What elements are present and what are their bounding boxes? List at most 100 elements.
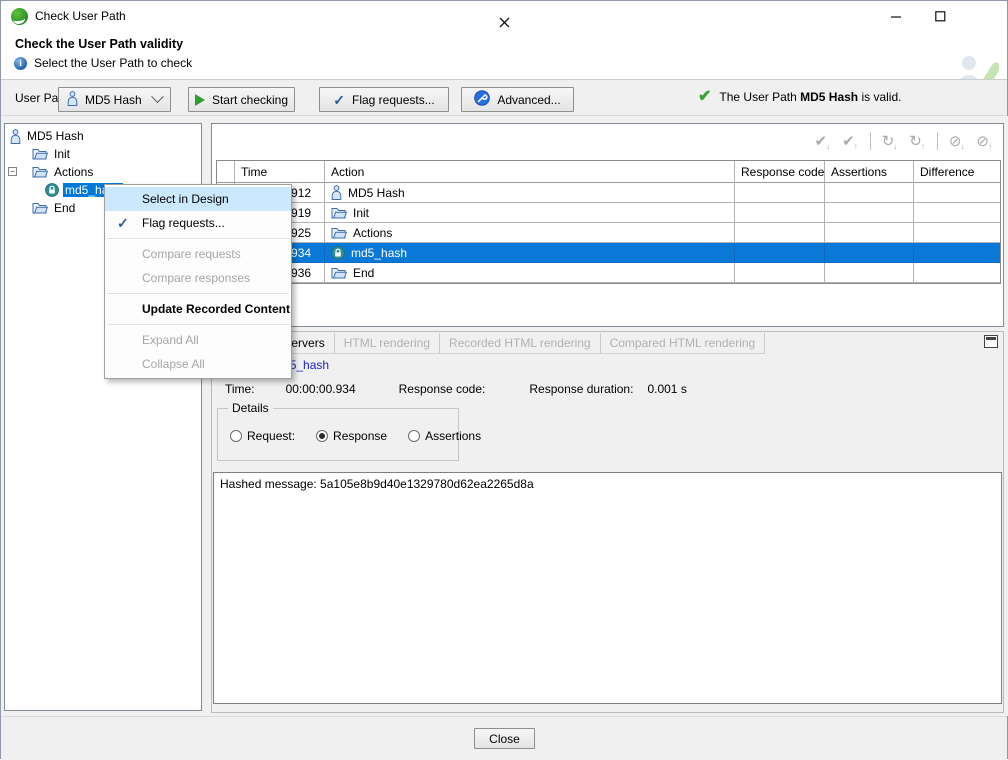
action-cell-label: MD5 Hash <box>348 186 405 200</box>
folder-icon <box>32 148 48 160</box>
column-header-assertions[interactable]: Assertions <box>825 161 914 183</box>
folder-icon <box>331 227 347 239</box>
check-icon: ✓ <box>333 93 345 107</box>
status-text: The User Path MD5 Hash is valid. <box>719 90 901 104</box>
validity-status: ✔ The User Path MD5 Hash is valid. <box>698 89 901 105</box>
radio-assertions[interactable]: Assertions <box>408 429 481 443</box>
menu-item-expand-all: Expand All <box>105 328 291 352</box>
menu-item-select-in-design[interactable]: Select in Design <box>105 187 291 211</box>
table-row[interactable]: 00:00:00.919Init <box>217 203 1000 223</box>
tree-item-label: Init <box>52 147 72 161</box>
difference-previous-icon: ⊘↑ <box>976 134 993 149</box>
maximize-panel-icon[interactable] <box>984 335 998 348</box>
details-panel: DetailsServersHTML renderingRecorded HTM… <box>211 331 1004 713</box>
menu-item-collapse-all: Collapse All <box>105 352 291 376</box>
action-cell-label: md5_hash <box>351 246 407 260</box>
response-duration-label: Response duration: <box>529 382 633 396</box>
expander-minus-icon[interactable]: − <box>8 167 17 176</box>
play-icon <box>195 94 205 106</box>
separator <box>870 132 871 150</box>
action-cell-label: End <box>353 266 374 280</box>
check-previous-icon: ✔↑ <box>842 134 859 149</box>
tree-item-label: End <box>52 201 77 215</box>
valid-check-icon: ✔ <box>698 89 711 105</box>
results-table[interactable]: TimeActionResponse codeAssertionsDiffere… <box>216 160 1001 284</box>
check-user-path-dialog: Check User Path Check the User Path vali… <box>0 0 1008 759</box>
response-content-area[interactable]: Hashed message: 5a105e8b9d40e1329780d62e… <box>213 472 1002 704</box>
menu-item-flag-requests[interactable]: ✓Flag requests... <box>105 211 291 235</box>
action-cell-label: Actions <box>353 226 392 240</box>
meta-row: Time: 00:00:00.934 Response code: Respon… <box>225 382 687 396</box>
separator <box>937 132 938 150</box>
menu-item-update-recorded-content[interactable]: Update Recorded Content <box>105 297 291 321</box>
close-icon[interactable] <box>474 12 535 33</box>
column-header-time[interactable]: Time <box>235 161 325 183</box>
column-header-difference[interactable]: Difference <box>914 161 1000 183</box>
close-button[interactable]: Close <box>474 728 535 749</box>
info-icon: i <box>14 57 27 70</box>
maximize-icon[interactable] <box>923 4 957 28</box>
menu-item-compare-responses: Compare responses <box>105 266 291 290</box>
flag-requests-button[interactable]: ✓ Flag requests... <box>319 87 449 112</box>
difference-next-icon: ⊘↓ <box>949 134 966 149</box>
advanced-button[interactable]: Advanced... <box>461 87 574 112</box>
details-tabbar: DetailsServersHTML renderingRecorded HTM… <box>212 332 765 354</box>
time-value: 00:00:00.934 <box>286 382 356 396</box>
tab-recorded-html-rendering: Recorded HTML rendering <box>440 333 601 353</box>
details-group-label: Details <box>228 401 273 415</box>
radio-button-icon <box>316 430 328 442</box>
replay-next-icon: ↻↓ <box>882 134 899 149</box>
replay-previous-icon: ↻↑ <box>909 134 926 149</box>
folder-icon <box>32 166 48 178</box>
request-icon <box>331 246 345 260</box>
table-row[interactable]: 00:00:00.936End <box>217 263 1000 283</box>
column-header-response-code[interactable]: Response code <box>735 161 825 183</box>
radio-label: Response <box>333 429 387 443</box>
time-label: Time: <box>225 382 255 396</box>
window-title: Check User Path <box>35 9 126 23</box>
page-title: Check the User Path validity <box>15 37 183 51</box>
user-icon <box>10 129 21 144</box>
table-row[interactable]: 00:00:00.912MD5 Hash <box>217 183 1000 203</box>
action-cell-label: Init <box>353 206 369 220</box>
menu-item-compare-requests: Compare requests <box>105 242 291 266</box>
tab-compared-html-rendering: Compared HTML rendering <box>601 333 766 353</box>
results-panel: ✔↓ ✔↑ ↻↓ ↻↑ ⊘↓ ⊘↑ TimeActionResponse codeAsse… <box>211 123 1004 327</box>
menu-separator <box>107 293 289 294</box>
start-checking-button[interactable]: Start checking <box>188 87 295 112</box>
header: Check the User Path validity i Select th… <box>1 31 1007 79</box>
context-menu: Select in Design✓Flag requests... Compare… <box>104 184 292 379</box>
menu-separator <box>107 324 289 325</box>
neoload-logo-icon <box>11 8 28 25</box>
toolbar: User Path: MD5 Hash Start checking ✓ Fla… <box>1 79 1007 116</box>
tab-html-rendering: HTML rendering <box>335 333 440 353</box>
column-header-action[interactable]: Action <box>325 161 735 183</box>
radio-button-icon <box>230 430 242 442</box>
folder-icon <box>331 267 347 279</box>
details-groupbox: Details Request:ResponseAssertions <box>217 408 459 461</box>
check-next-icon: ✔↓ <box>815 134 832 149</box>
page-subtitle: Select the User Path to check <box>34 56 192 70</box>
chevron-down-icon <box>151 90 164 103</box>
folder-icon <box>32 202 48 214</box>
user-path-select[interactable]: MD5 Hash <box>58 87 171 112</box>
tree-item-label: MD5 Hash <box>25 129 86 143</box>
table-header-row: TimeActionResponse codeAssertionsDiffere… <box>217 161 1000 183</box>
response-duration-value: 0.001 s <box>647 382 686 396</box>
table-row[interactable]: 00:00:00.934md5_hash <box>217 243 1000 263</box>
column-header-blank[interactable] <box>217 161 235 183</box>
response-content: Hashed message: 5a105e8b9d40e1329780d62e… <box>220 477 534 491</box>
detail-type-radios: Request: Response Assertions <box>230 429 481 443</box>
radio-label: Assertions <box>425 429 481 443</box>
table-row[interactable]: 00:00:00.925Actions <box>217 223 1000 243</box>
radio-request[interactable]: Request: <box>230 429 295 443</box>
radio-response[interactable]: Response <box>316 429 387 443</box>
tree-item-md5-hash[interactable]: MD5 Hash <box>5 127 201 145</box>
wrench-icon <box>474 90 490 109</box>
tree-item-init[interactable]: Init <box>5 145 201 163</box>
titlebar: Check User Path <box>1 1 1007 31</box>
user-path-value: MD5 Hash <box>85 93 142 107</box>
footer: Close <box>1 716 1007 760</box>
tree-item-actions[interactable]: −Actions <box>5 163 201 181</box>
minimize-icon[interactable] <box>879 4 913 28</box>
